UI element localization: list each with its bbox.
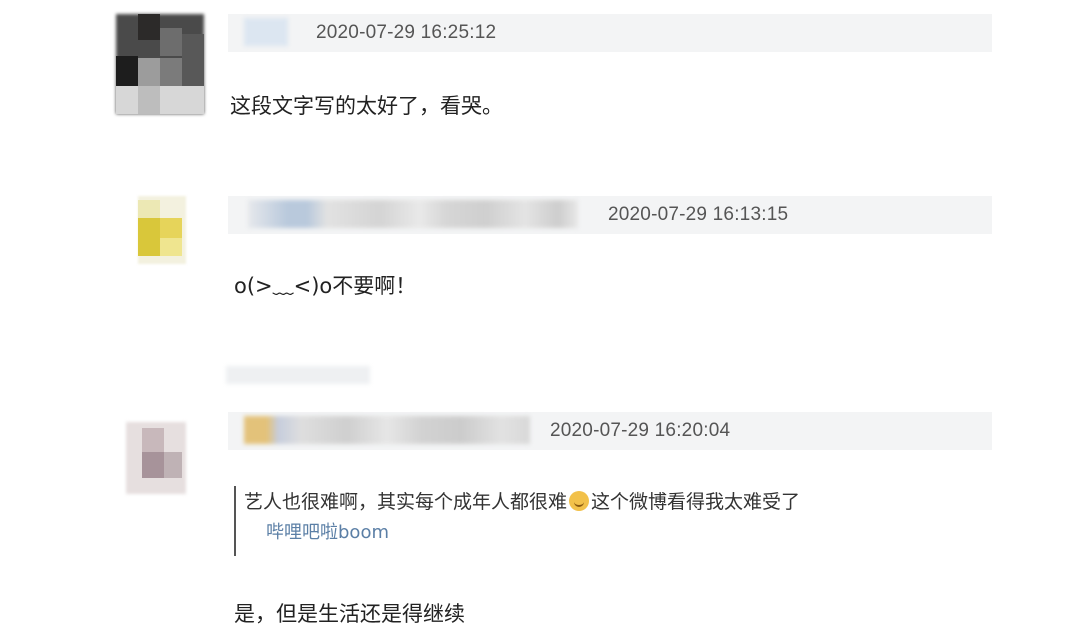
comment-text: 是，但是生活还是得继续 — [234, 602, 465, 626]
quoted-text-part: 艺人也很难啊，其实每个成年人都很难 — [244, 491, 568, 513]
avatar-pixel — [138, 200, 160, 218]
username-blurred[interactable] — [244, 18, 288, 46]
avatar-pixel — [138, 218, 160, 256]
comment-text: o(>﹏<)o不要啊！ — [234, 274, 417, 298]
avatar-pixel — [142, 452, 164, 478]
quoted-text-part: 这个微博看得我太难受了 — [591, 491, 801, 513]
avatar-pixel — [160, 218, 182, 238]
avatar[interactable] — [126, 422, 186, 494]
comment-text: 这段文字写的太好了，看哭。 — [230, 94, 503, 118]
comment-timestamp: 2020-07-29 16:20:04 — [550, 420, 731, 441]
sad-face-icon — [569, 491, 590, 511]
avatar-pixel — [138, 14, 160, 40]
avatar-pixel — [142, 428, 164, 452]
avatar-pixel — [138, 86, 160, 114]
quoted-text: 艺人也很难啊，其实每个成年人都很难 这个微博看得我太难受了 — [244, 486, 800, 518]
avatar-pixel — [164, 452, 182, 478]
comment-timestamp: 2020-07-29 16:25:12 — [316, 22, 497, 43]
avatar-pixel — [138, 58, 160, 86]
avatar[interactable] — [138, 196, 186, 264]
username-blurred[interactable] — [244, 416, 530, 444]
avatar-pixel — [160, 238, 182, 256]
avatar[interactable] — [116, 14, 204, 114]
avatar-pixel — [182, 34, 204, 86]
avatar-pixel — [160, 58, 182, 86]
avatar-pixel — [116, 86, 204, 114]
avatar-pixel — [160, 28, 182, 56]
comment-timestamp: 2020-07-29 16:13:15 — [608, 204, 789, 225]
username-blurred[interactable] — [248, 200, 578, 228]
avatar-pixel — [116, 56, 138, 86]
quoted-source-link[interactable]: 哔哩吧啦boom — [266, 518, 800, 548]
quoted-comment: 艺人也很难啊，其实每个成年人都很难 这个微博看得我太难受了 哔哩吧啦boom — [234, 486, 800, 556]
reply-meta-blurred — [226, 366, 370, 384]
